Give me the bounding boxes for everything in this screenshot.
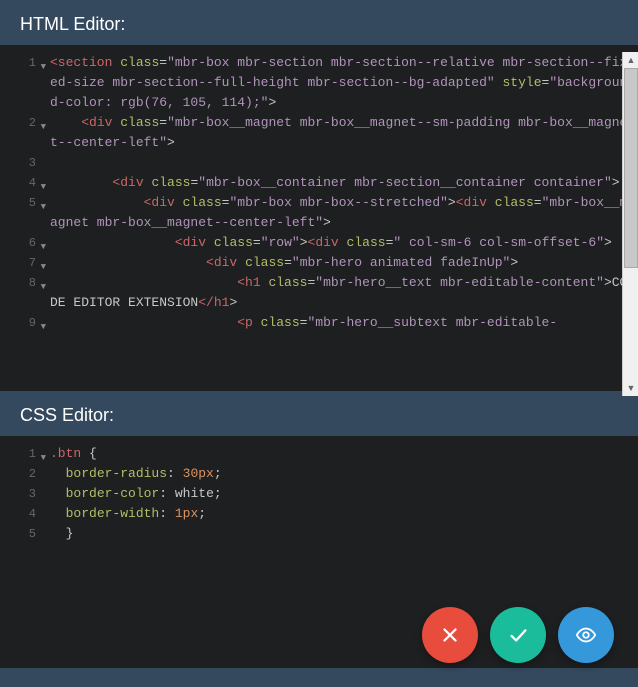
scrollbar-thumb[interactable]	[624, 68, 638, 268]
close-icon	[439, 624, 461, 646]
eye-icon	[575, 624, 597, 646]
css-gutter: 1▼2345	[0, 436, 42, 544]
html-editor-header: HTML Editor:	[0, 0, 638, 45]
css-code-area[interactable]: .btn { border-radius: 30px; border-color…	[42, 436, 638, 552]
cancel-button[interactable]	[422, 607, 478, 663]
html-gutter: 1▼2▼34▼5▼6▼7▼8▼9▼	[0, 45, 42, 333]
css-editor-header: CSS Editor:	[0, 391, 638, 436]
html-editor[interactable]: 1▼2▼34▼5▼6▼7▼8▼9▼ <section class="mbr-bo…	[0, 45, 638, 391]
check-icon	[507, 624, 529, 646]
scroll-down-icon[interactable]: ▼	[623, 380, 638, 396]
html-scrollbar[interactable]: ▲ ▼	[622, 52, 638, 396]
preview-button[interactable]	[558, 607, 614, 663]
action-buttons	[422, 607, 614, 663]
html-code-area[interactable]: <section class="mbr-box mbr-section mbr-…	[42, 45, 638, 341]
scroll-up-icon[interactable]: ▲	[623, 52, 638, 68]
save-button[interactable]	[490, 607, 546, 663]
